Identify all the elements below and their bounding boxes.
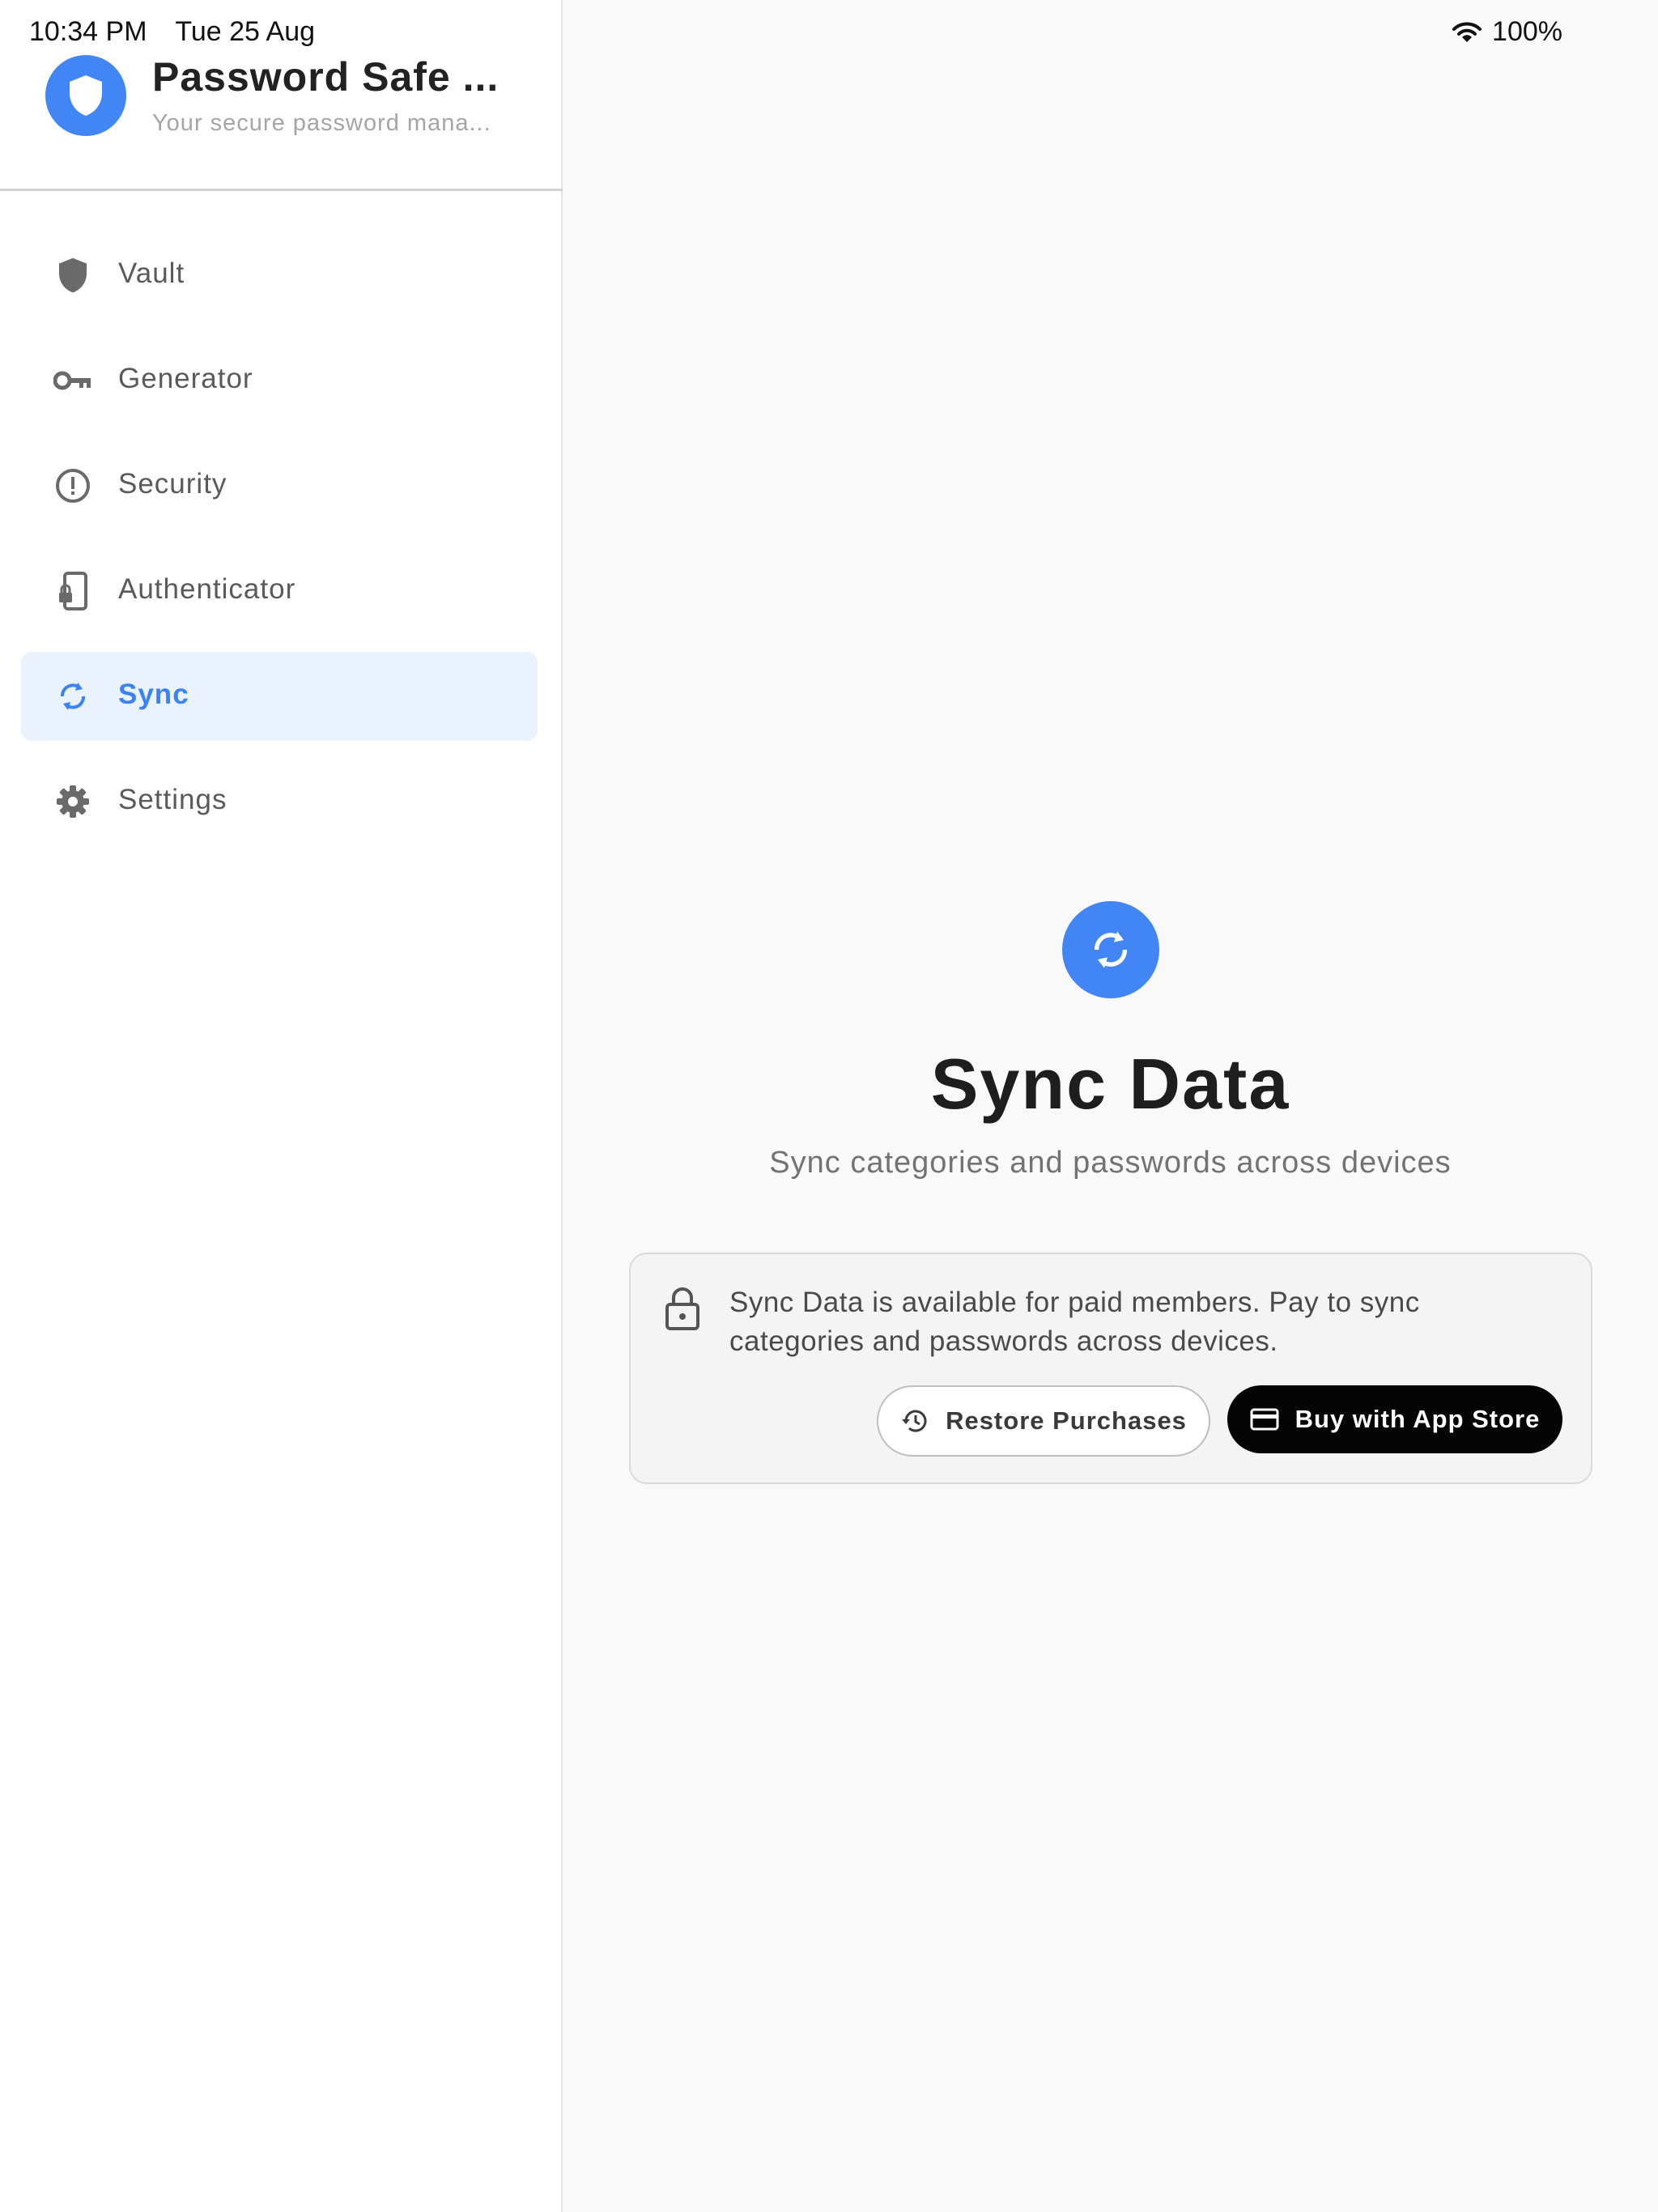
sidebar-item-label: Vault: [118, 257, 185, 289]
buy-app-store-label: Buy with App Store: [1295, 1405, 1541, 1433]
sidebar-item-authenticator[interactable]: Authenticator: [21, 547, 538, 636]
sidebar-item-label: Authenticator: [118, 573, 296, 605]
sidebar-item-label: Sync: [118, 678, 189, 710]
sidebar-item-generator[interactable]: Generator: [21, 336, 538, 425]
sidebar-item-vault[interactable]: Vault: [21, 231, 538, 320]
status-time: 10:34 PM: [29, 16, 147, 47]
app-title: Password Safe ...: [152, 54, 500, 100]
buy-app-store-button[interactable]: Buy with App Store: [1227, 1385, 1562, 1453]
gear-icon: [53, 782, 92, 821]
page-title: Sync Data: [930, 1044, 1290, 1124]
history-icon: [900, 1406, 929, 1436]
notice-text: Sync Data is available for paid members.…: [729, 1287, 1420, 1357]
sidebar-item-label: Security: [118, 468, 227, 500]
sidebar-item-settings[interactable]: Settings: [21, 757, 538, 846]
status-bar-left: 10:34 PM Tue 25 Aug: [29, 16, 336, 48]
shield-icon: [70, 75, 102, 116]
alert-circle-icon: [53, 466, 92, 505]
sidebar-item-sync[interactable]: Sync: [21, 652, 538, 741]
sidebar-header: Password Safe ... Your secure password m…: [0, 49, 563, 191]
main-content: Sync Data Sync categories and passwords …: [563, 0, 1658, 2212]
shield-icon: [53, 256, 92, 295]
lock-icon: [665, 1287, 699, 1330]
sync-hero-badge: [1062, 901, 1159, 998]
sidebar-item-label: Settings: [118, 784, 227, 815]
app-screen: 10:34 PM Tue 25 Aug Password Safe ... Yo…: [0, 0, 1658, 2212]
sync-icon: [1095, 931, 1127, 968]
app-logo: [45, 55, 126, 136]
credit-card-icon: [1250, 1407, 1279, 1431]
page-subtitle: Sync categories and passwords across dev…: [769, 1146, 1452, 1180]
key-icon: [53, 361, 92, 400]
restore-purchases-button[interactable]: Restore Purchases: [877, 1385, 1210, 1457]
sidebar-item-label: Generator: [118, 363, 253, 394]
sidebar-item-security[interactable]: Security: [21, 441, 538, 530]
restore-purchases-label: Restore Purchases: [946, 1406, 1187, 1435]
sidebar-nav: Vault Generator Security Authenticator S…: [21, 231, 538, 862]
status-date: Tue 25 Aug: [175, 16, 316, 47]
sidebar: 10:34 PM Tue 25 Aug Password Safe ... Yo…: [0, 0, 563, 2212]
sync-icon: [53, 677, 92, 716]
phone-lock-icon: [53, 572, 92, 610]
paid-feature-notice: Sync Data is available for paid members.…: [629, 1253, 1592, 1484]
app-subtitle: Your secure password mana...: [152, 110, 491, 136]
